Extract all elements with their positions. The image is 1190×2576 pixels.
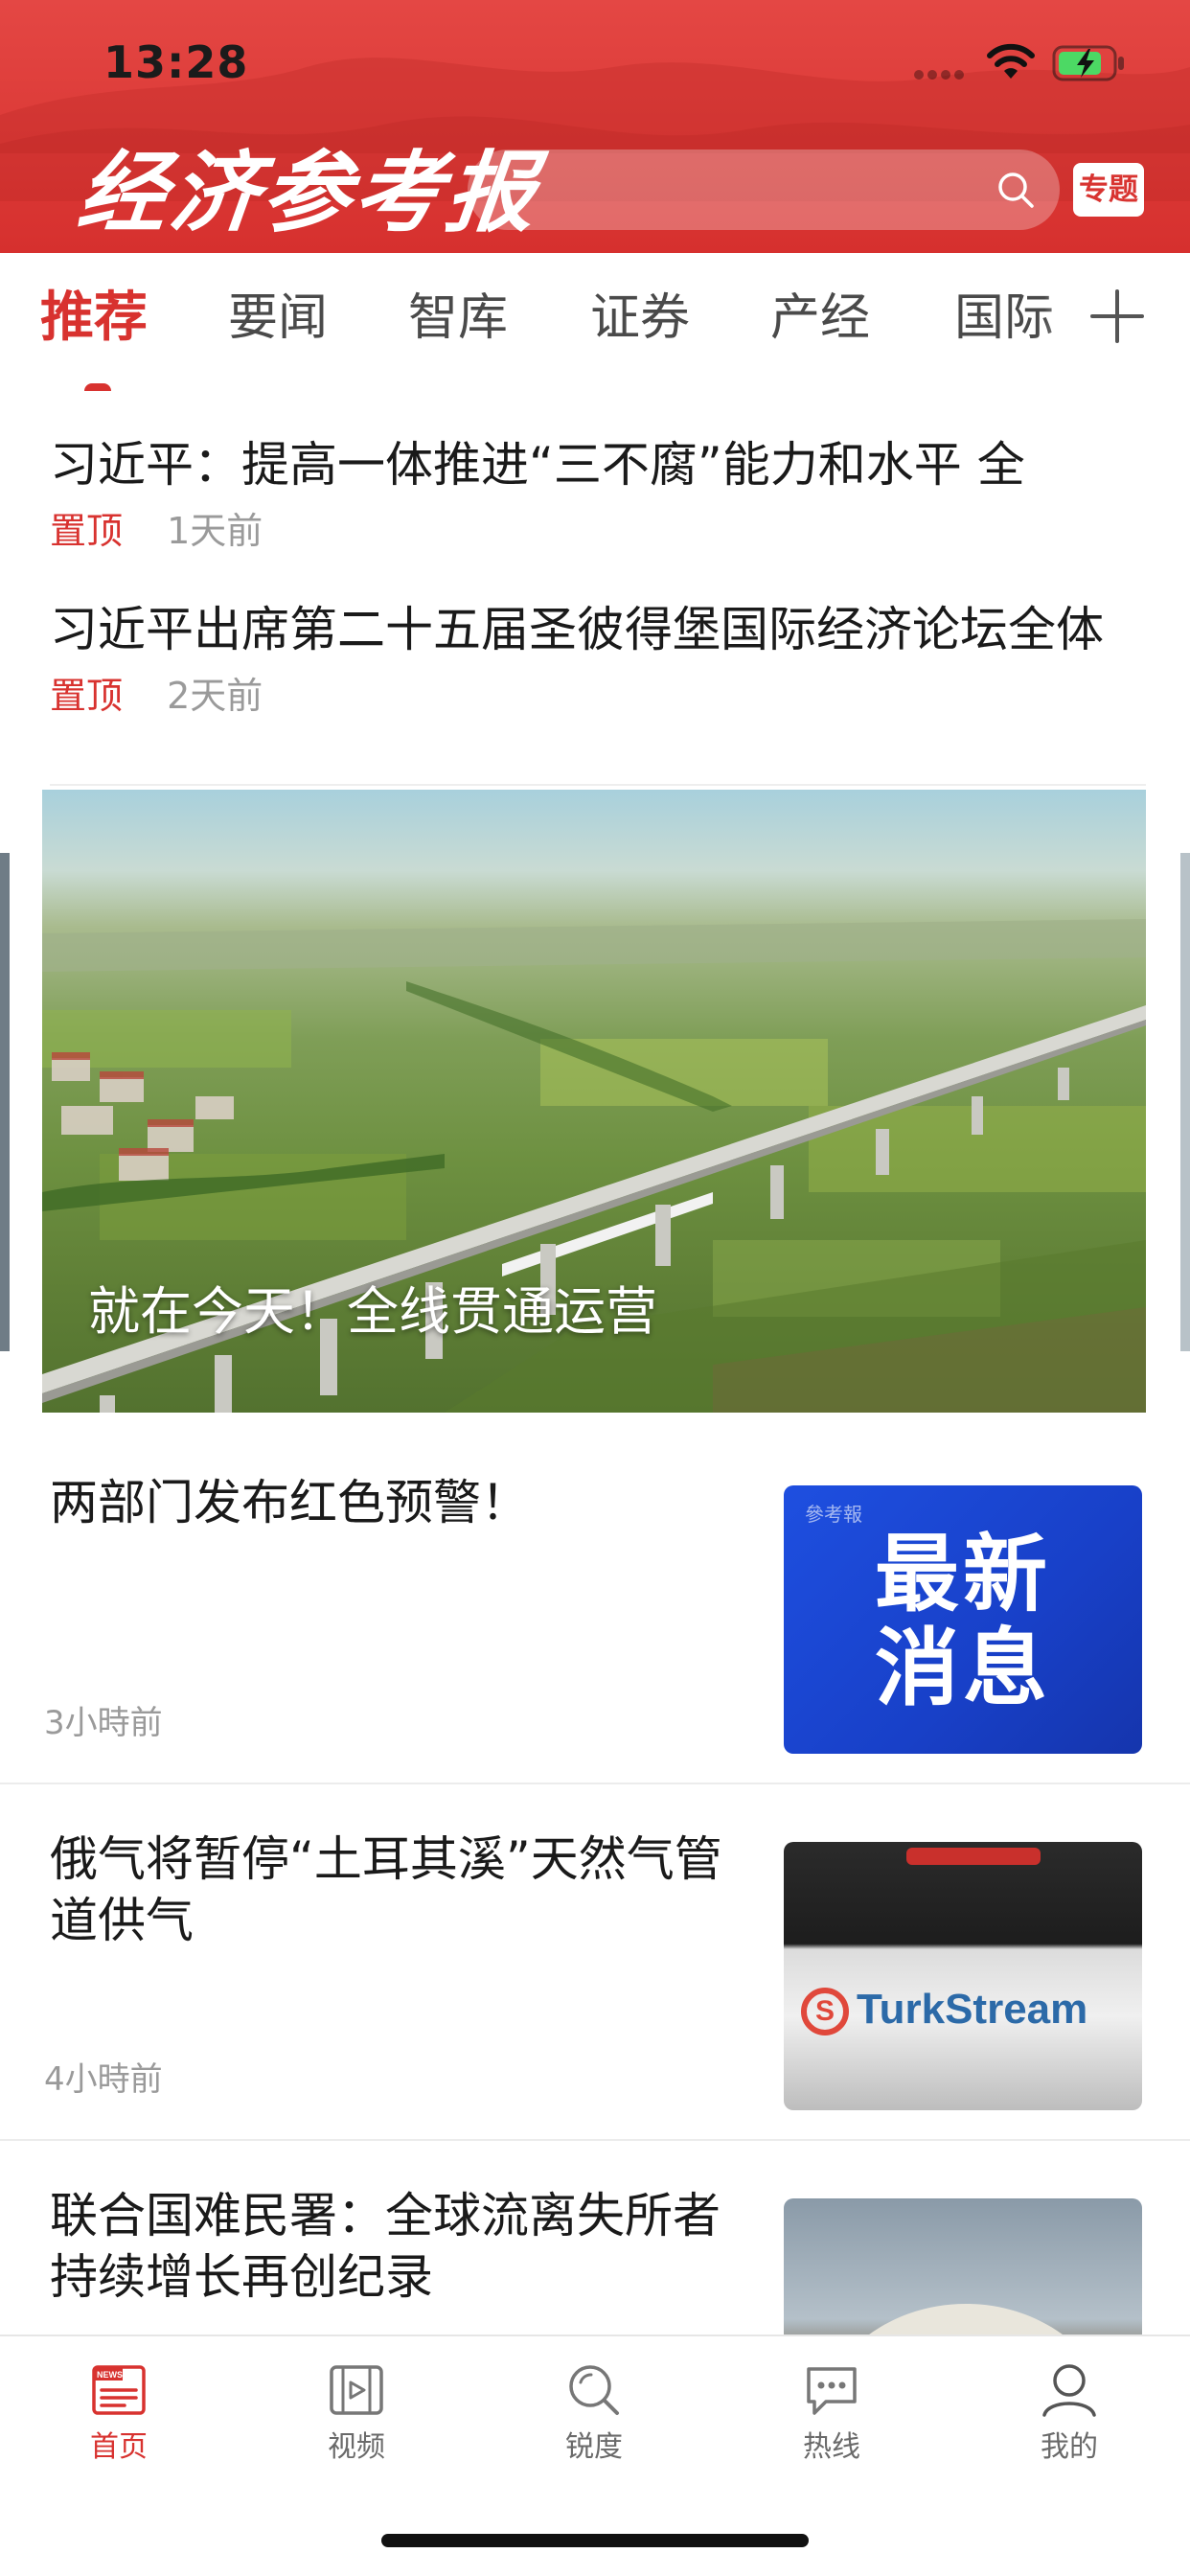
pinned-tag: 置顶	[50, 675, 124, 717]
chat-icon	[807, 2367, 857, 2415]
nav-video[interactable]: 视频	[280, 2361, 433, 2465]
tab-international[interactable]: 国际	[954, 288, 1054, 349]
channel-tabs: 推荐 要闻 智库 证券 产经 国际	[0, 253, 1190, 389]
battery-charging-icon	[1052, 45, 1124, 81]
active-tab-indicator	[84, 383, 111, 391]
article-time: 4小時前	[44, 2060, 163, 2099]
nav-profile[interactable]: 我的	[993, 2361, 1146, 2465]
add-channel-icon[interactable]	[1088, 288, 1146, 345]
list-separator	[0, 2139, 1190, 2141]
banner-caption: 就在今天！全线贯通运营	[88, 1281, 657, 1342]
nav-sharpness[interactable]: 锐度	[517, 2361, 671, 2465]
user-icon	[1042, 2364, 1096, 2417]
nav-label: 首页	[90, 2430, 148, 2464]
news-icon: NEWS	[92, 2365, 146, 2415]
article-time: 3小時前	[44, 1704, 163, 1742]
tab-recommend[interactable]: 推荐	[40, 288, 148, 349]
article-title: 两部门发布红色预警！	[50, 1475, 529, 1530]
nav-hotline[interactable]: 热线	[755, 2361, 908, 2465]
topic-button[interactable]: 专题	[1073, 163, 1144, 217]
thumb-brand-text: S TurkStream	[801, 1986, 1087, 2036]
valve-wheel-shape	[906, 1848, 1041, 1865]
tab-think-tank[interactable]: 智库	[408, 288, 508, 349]
article-thumbnail: S TurkStream	[784, 1842, 1142, 2110]
tab-industry[interactable]: 产经	[770, 288, 870, 349]
thumb-brand-label: TurkStream	[857, 1986, 1088, 2033]
tab-securities[interactable]: 证券	[590, 288, 690, 349]
nav-label: 锐度	[565, 2430, 623, 2464]
search-icon	[569, 2365, 619, 2415]
list-separator	[0, 1782, 1190, 1784]
article-item[interactable]: 两部门发布红色预警！ 3小時前 參考報 最新消息	[0, 1430, 1190, 1784]
nav-label: 视频	[328, 2430, 385, 2464]
home-indicator[interactable]	[381, 2534, 809, 2547]
status-bar-time: 13:28	[103, 36, 249, 88]
app-header: 13:28 经济参考报 专题	[0, 0, 1190, 253]
thumb-small-label: 參考報	[805, 1503, 862, 1526]
pinned-article-2[interactable]: 习近平出席第二十五届圣彼得堡国际经济论坛全体 置顶 2天前	[50, 598, 1152, 719]
pinned-time: 2天前	[167, 675, 263, 717]
svg-text:NEWS: NEWS	[97, 2370, 123, 2380]
wifi-icon	[987, 43, 1035, 79]
cellular-signal-icon	[914, 65, 970, 80]
pinned-time: 1天前	[167, 510, 263, 552]
search-bar[interactable]	[468, 150, 1060, 230]
pinned-article-1[interactable]: 习近平：提高一体推进“三不腐”能力和水平 全 置顶 1天前	[50, 433, 1152, 554]
nav-home[interactable]: NEWS 首页	[42, 2361, 195, 2465]
search-input[interactable]	[496, 150, 975, 230]
nav-label: 我的	[1041, 2430, 1098, 2464]
article-title: 联合国难民署：全球流离失所者持续增长再创纪录	[50, 2188, 721, 2305]
pinned-article-title: 习近平出席第二十五届圣彼得堡国际经济论坛全体	[50, 602, 1104, 657]
article-thumbnail: 參考報 最新消息	[784, 1485, 1142, 1754]
tab-headlines[interactable]: 要闻	[228, 288, 328, 349]
carousel-prev-peek[interactable]	[0, 853, 10, 1351]
carousel-next-peek[interactable]	[1180, 853, 1190, 1351]
pinned-article-meta: 置顶 2天前	[50, 673, 1152, 719]
tabs-fade-overlay	[1044, 259, 1083, 374]
nav-label: 热线	[803, 2430, 860, 2464]
video-icon	[330, 2365, 383, 2415]
search-icon[interactable]	[995, 169, 1037, 211]
article-item[interactable]: 俄气将暂停“土耳其溪”天然气管道供气 4小時前 S TurkStream	[0, 1786, 1190, 2141]
pinned-tag: 置顶	[50, 510, 124, 552]
turkstream-logo-icon: S	[801, 1988, 849, 2036]
pinned-article-title: 习近平：提高一体推进“三不腐”能力和水平 全	[50, 437, 1025, 493]
article-title: 俄气将暂停“土耳其溪”天然气管道供气	[50, 1831, 722, 1948]
section-divider	[50, 784, 1146, 786]
thumb-big-label: 最新消息	[874, 1525, 1051, 1717]
banner-carousel-slide[interactable]: 就在今天！全线贯通运营	[42, 790, 1146, 1413]
pinned-article-meta: 置顶 1天前	[50, 508, 1152, 554]
